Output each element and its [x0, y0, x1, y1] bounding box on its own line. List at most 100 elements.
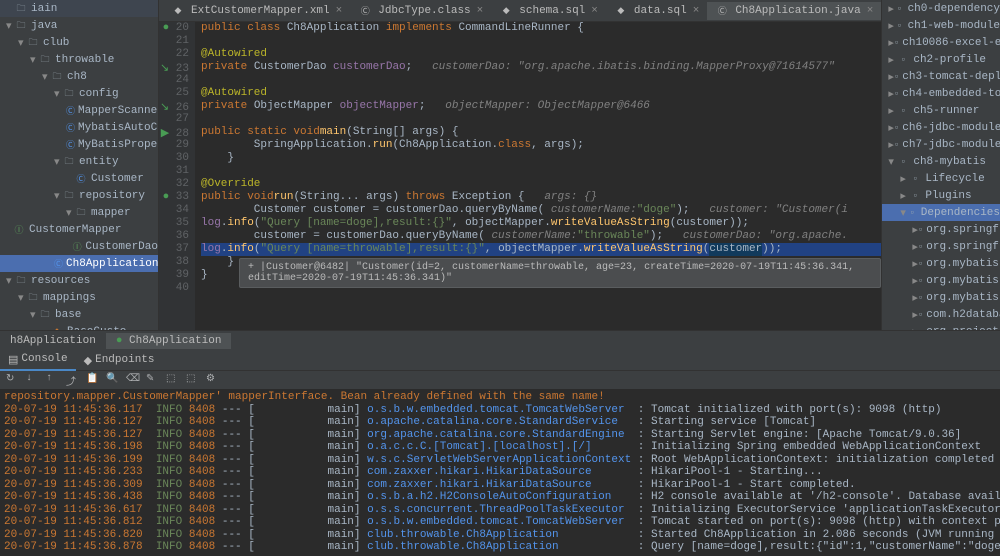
code-line[interactable]: }	[201, 152, 881, 165]
maven-item[interactable]: ▸▫org.springframework.b	[882, 238, 1000, 255]
code-line[interactable]: private ObjectMapper objectMapper; objec…	[201, 100, 881, 113]
file-icon: 🗀	[26, 291, 40, 305]
editor-tab[interactable]: ⒸCh8Application.java×	[707, 2, 881, 20]
sub-tab[interactable]: ▤Console	[0, 351, 76, 371]
toolbar-icon[interactable]: ↑	[46, 373, 60, 387]
maven-item[interactable]: ▸▫ch2-profile	[882, 51, 1000, 68]
tree-item[interactable]: ▾🗀base	[0, 306, 158, 323]
code-line[interactable]: private CustomerDao customerDao; custome…	[201, 61, 881, 74]
maven-item[interactable]: ▸▫org.mybatis.generator:	[882, 289, 1000, 306]
maven-item[interactable]: ▸▫org.mybatis:mybatis:3.5	[882, 255, 1000, 272]
toolbar-icon[interactable]: ↻	[6, 373, 20, 387]
code-line[interactable]: customer = customerDao.queryByName( cust…	[201, 230, 881, 243]
maven-item[interactable]: ▸▫ch0-dependency	[882, 0, 1000, 17]
tree-item[interactable]: ⒸCustomer	[0, 170, 158, 187]
maven-item[interactable]: ▾▫Dependencies	[882, 204, 1000, 221]
toolbar-icon[interactable]: ⬚	[166, 373, 180, 387]
maven-item[interactable]: ▸▫Lifecycle	[882, 170, 1000, 187]
maven-item[interactable]: ▸▫ch7-jdbc-module-mysql	[882, 136, 1000, 153]
code-line[interactable]	[201, 74, 881, 87]
toolbar-icon[interactable]: ⤴	[66, 373, 80, 387]
code-line[interactable]: @Autowired	[201, 48, 881, 61]
toolbar-icon[interactable]: ⌫	[126, 373, 140, 387]
maven-item[interactable]: ▸▫Plugins	[882, 187, 1000, 204]
maven-item[interactable]: ▾▫ch8-mybatis	[882, 153, 1000, 170]
expand-icon: ▾	[66, 206, 74, 220]
tree-item[interactable]: ▾🗀throwable	[0, 51, 158, 68]
tree-item[interactable]: ▾🗀repository	[0, 187, 158, 204]
tree-item[interactable]: ⒾCustomerMapper	[0, 221, 158, 238]
code-line[interactable]	[201, 35, 881, 48]
maven-panel[interactable]: ▸▫ch0-dependency▸▫ch1-web-module▸▫ch1008…	[881, 0, 1000, 330]
code-line[interactable]: public static void main(String[] args) {	[201, 126, 881, 139]
tree-item[interactable]: ⒸMapperScannerRegistrarConfiguration	[0, 102, 158, 119]
console-output[interactable]: repository.mapper.CustomerMapper' mapper…	[0, 389, 1000, 556]
tab-label: ExtCustomerMapper.xml	[191, 5, 330, 17]
tree-item[interactable]: ⒸCh8Application	[0, 255, 158, 272]
toolbar-icon[interactable]: 📋	[86, 373, 100, 387]
run-tab[interactable]: ● Ch8Application	[106, 333, 232, 349]
maven-item[interactable]: ▸▫com.h2database:h2:1.4	[882, 306, 1000, 323]
project-tree[interactable]: 🗀iain▾🗀java▾🗀club▾🗀throwable▾🗀ch8▾🗀confi…	[0, 0, 159, 330]
tree-item[interactable]: ⒾCustomerDao	[0, 238, 158, 255]
tree-label: base	[55, 309, 81, 321]
expand-icon: ▾	[18, 36, 26, 50]
tree-item[interactable]: ▾🗀resources	[0, 272, 158, 289]
maven-label: org.mybatis.generator:	[926, 292, 1000, 304]
code-line[interactable]: public class Ch8Application implements C…	[201, 22, 881, 35]
tree-item[interactable]: ▾🗀config	[0, 85, 158, 102]
tree-item[interactable]: ▾🗀java	[0, 17, 158, 34]
run-tab[interactable]: h8Application	[0, 333, 106, 349]
maven-item[interactable]: ▸▫ch3-tomcat-deploy	[882, 68, 1000, 85]
tree-item[interactable]: ▾🗀entity	[0, 153, 158, 170]
file-icon: Ⓒ	[54, 257, 63, 271]
tree-item[interactable]: 🗀iain	[0, 0, 158, 17]
editor-tab[interactable]: ◆data.sql×	[606, 2, 707, 20]
close-icon[interactable]: ×	[336, 5, 343, 17]
close-icon[interactable]: ×	[477, 5, 484, 17]
tree-item[interactable]: ▾🗀club	[0, 34, 158, 51]
tree-item[interactable]: ⒸMyBatisProperties	[0, 136, 158, 153]
tree-label: repository	[79, 190, 145, 202]
maven-item[interactable]: ▸▫ch4-embedded-tomcat-deplo	[882, 85, 1000, 102]
tree-item[interactable]: ◆BaseCusto	[0, 323, 158, 330]
sub-tab[interactable]: ◆Endpoints	[76, 352, 163, 370]
maven-item[interactable]: ▸▫ch10086-excel-export	[882, 34, 1000, 51]
toolbar-icon[interactable]: ↓	[26, 373, 40, 387]
code-editor[interactable]: ● 202122↘ 232425↘ 2627▶ 2829303132● 3334…	[159, 22, 881, 330]
toolbar-icon[interactable]: ⚙	[206, 373, 220, 387]
code-line[interactable]	[201, 113, 881, 126]
maven-item[interactable]: ▸▫org.projectlombok:lom	[882, 323, 1000, 330]
code-line[interactable]: log.info("Query [name=doge],result:{}", …	[201, 217, 881, 230]
editor-tab[interactable]: ◆ExtCustomerMapper.xml×	[163, 2, 350, 20]
code-line[interactable]: public void run(String... args) throws E…	[201, 191, 881, 204]
maven-item[interactable]: ▸▫ch6-jdbc-module	[882, 119, 1000, 136]
editor-tab[interactable]: ◆schema.sql×	[491, 2, 606, 20]
toolbar-icon[interactable]: 🔍	[106, 373, 120, 387]
tab-icon: ▤	[8, 353, 18, 367]
tab-icon: ◆	[84, 354, 92, 368]
maven-item[interactable]: ▸▫org.mybatis:mybatis-sp	[882, 272, 1000, 289]
editor-tabs: ◆ExtCustomerMapper.xml×ⒸJdbcType.class×◆…	[159, 0, 881, 22]
code-line[interactable]: log.info("Query [name=throwable],result:…	[201, 243, 881, 256]
tree-item[interactable]: ▾🗀mappings	[0, 289, 158, 306]
close-icon[interactable]: ×	[591, 5, 598, 17]
toolbar-icon[interactable]: ✎	[146, 373, 160, 387]
code-line[interactable]	[201, 165, 881, 178]
maven-item[interactable]: ▸▫ch5-runner	[882, 102, 1000, 119]
toolbar-icon[interactable]: ⬚	[186, 373, 200, 387]
tree-label: Ch8Application	[66, 258, 158, 270]
maven-item[interactable]: ▸▫org.springframework.b	[882, 221, 1000, 238]
module-icon: ▫	[896, 104, 910, 118]
code-line[interactable]: @Autowired	[201, 87, 881, 100]
code-line[interactable]: @Override	[201, 178, 881, 191]
close-icon[interactable]: ×	[693, 5, 700, 17]
tree-item[interactable]: ▾🗀ch8	[0, 68, 158, 85]
code-line[interactable]: SpringApplication.run(Ch8Application.cla…	[201, 139, 881, 152]
tree-item[interactable]: ⒸMybatisAutoConfiguration	[0, 119, 158, 136]
code-line[interactable]: Customer customer = customerDao.queryByN…	[201, 204, 881, 217]
close-icon[interactable]: ×	[867, 5, 874, 17]
maven-item[interactable]: ▸▫ch1-web-module	[882, 17, 1000, 34]
editor-tab[interactable]: ⒸJdbcType.class×	[350, 2, 491, 20]
tree-item[interactable]: ▾🗀mapper	[0, 204, 158, 221]
